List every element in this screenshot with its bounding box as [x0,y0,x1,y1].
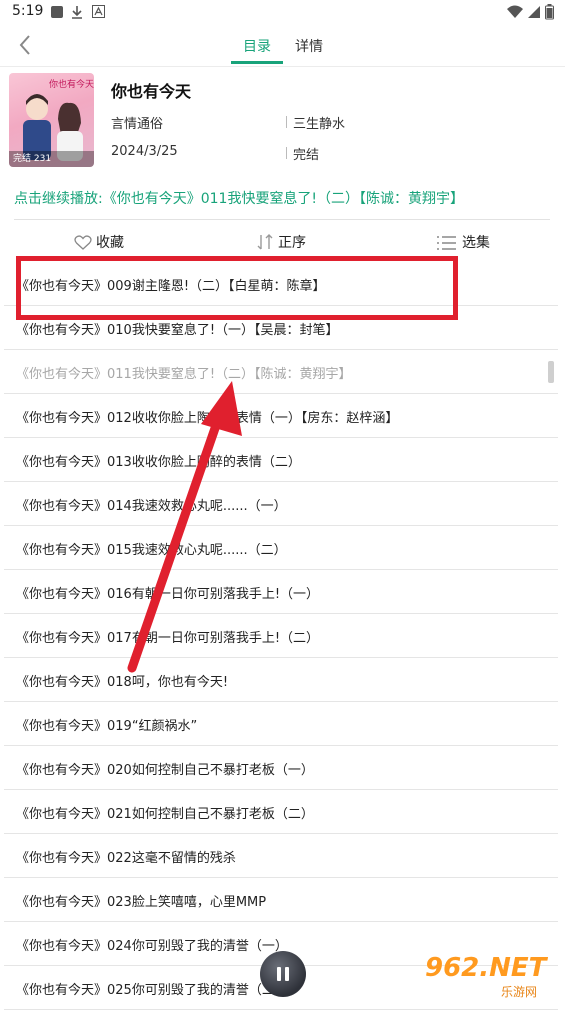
favorite-button[interactable]: 收藏 [74,232,124,252]
continue-play-link[interactable]: 点击继续播放:《你也有今天》011我快要窒息了!（二）【陈诚：黄翔宇】 [14,188,464,208]
cover-badge: 完结 231 [9,151,94,167]
episode-row[interactable]: 《你也有今天》013收收你脸上陶醉的表情（二） [4,438,558,482]
book-cover[interactable]: 你也有今天 完结 231 [9,73,94,167]
active-tab-indicator [231,61,283,64]
tab-details[interactable]: 详情 [295,36,323,56]
list-icon [437,236,456,250]
sort-order-button[interactable]: 正序 [256,232,306,252]
pause-icon [285,967,289,981]
mini-player-pause-button[interactable] [260,951,306,997]
select-episodes-label: 选集 [462,235,490,251]
episode-row[interactable]: 《你也有今天》017有朝一日你可别落我手上!（二） [4,614,558,658]
site-watermark: 962.NET 乐游网 [425,953,561,999]
meta-separator [286,147,287,159]
heart-icon [74,235,92,250]
episode-row-last-played[interactable]: 《你也有今天》011我快要窒息了!（二）【陈诚：黄翔宇】 [4,350,558,394]
episode-row[interactable]: 《你也有今天》015我速效救心丸呢......（二） [4,526,558,570]
sort-order-label: 正序 [278,235,306,251]
tab-catalog[interactable]: 目录 [243,36,271,56]
wifi-icon [507,5,523,18]
book-status: 完结 [293,148,320,163]
back-arrow-icon[interactable] [14,32,38,58]
meta-separator [286,116,287,128]
book-author: 三生静水 [293,117,346,132]
top-nav: 目录 详情 [0,26,565,67]
font-a-icon [92,5,105,18]
episode-row[interactable]: 《你也有今天》021如何控制自己不暴打老板（二） [4,790,558,834]
episode-row[interactable]: 《你也有今天》018呵，你也有今天! [4,658,558,702]
episode-row[interactable]: 《你也有今天》020如何控制自己不暴打老板（一） [4,746,558,790]
episode-row[interactable]: 《你也有今天》022这毫不留情的残杀 [4,834,558,878]
list-toolbar: 收藏 正序 选集 [0,226,565,260]
sort-icon [257,234,273,250]
favorite-label: 收藏 [96,235,124,251]
episode-row[interactable]: 《你也有今天》012收收你脸上陶醉的表情（一）【房东：赵梓涵】 [4,394,558,438]
section-divider [14,219,550,220]
select-episodes-button[interactable]: 选集 [436,232,490,252]
episode-row[interactable]: 《你也有今天》014我速效救心丸呢......（一） [4,482,558,526]
watermark-logo: 962.NET [425,953,547,983]
scrollbar-thumb[interactable] [548,361,554,383]
status-bar: 5:19 [0,0,565,24]
app-notification-icon [51,6,63,18]
pause-icon [277,967,281,981]
book-genre: 言情通俗 [111,117,164,132]
highlight-box-annotation [16,256,458,320]
episode-row[interactable]: 《你也有今天》019“红颜祸水” [4,702,558,746]
watermark-subtitle: 乐游网 [501,985,538,999]
book-title: 你也有今天 [111,82,192,101]
download-icon [72,6,82,19]
book-date: 2024/3/25 [111,144,178,159]
episode-row[interactable]: 《你也有今天》023脸上笑嘻嘻，心里MMP [4,878,558,922]
battery-icon [545,4,554,20]
svg-text:你也有今天: 你也有今天 [49,78,94,90]
episode-row[interactable]: 《你也有今天》016有朝一日你可别落我手上!（一） [4,570,558,614]
signal-icon [528,6,540,18]
status-time: 5:19 [12,3,44,19]
